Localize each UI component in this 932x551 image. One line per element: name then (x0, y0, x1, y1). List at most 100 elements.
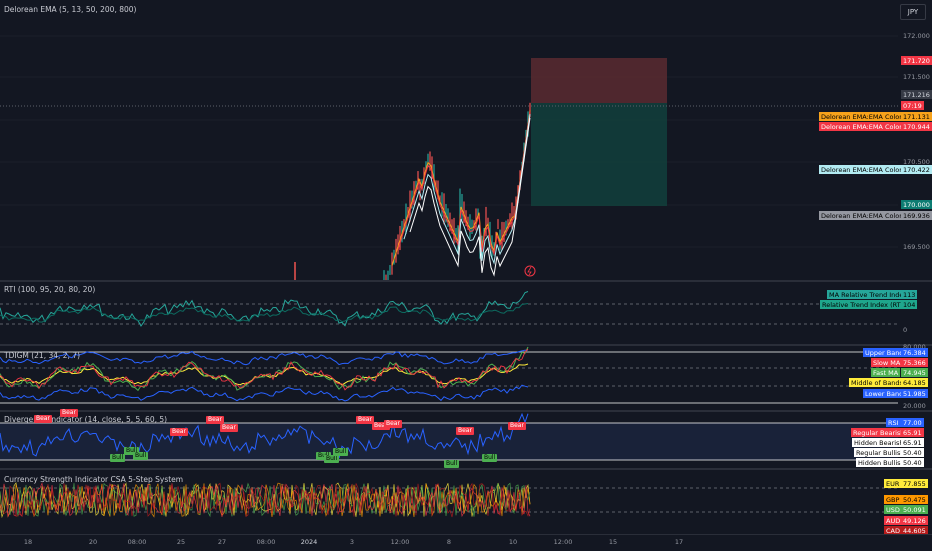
countdown-tag: 07:19 (901, 101, 924, 110)
tdi-tag-mid-label: Middle of Bands (849, 378, 905, 387)
div-tag-regbull-value: 50.40 (901, 448, 924, 457)
time-tick: 08:00 (256, 538, 276, 546)
bull-label: Bull (133, 452, 149, 460)
csi-tag-aud-label: AUD (884, 516, 903, 525)
csi-tag-usd-value: 50.091 (901, 505, 928, 514)
tdi-tag-lower-value: 51.985 (901, 389, 928, 398)
csi-tag-gbp-value: 50.475 (901, 495, 928, 504)
rti-canvas[interactable] (0, 282, 932, 344)
take-profit-zone (531, 103, 667, 206)
ema-tag-4-label: Delorean EMA:EMA Color 4 (819, 211, 911, 220)
bull-label: Bull (333, 448, 349, 456)
csi-tag-aud-value: 49.126 (901, 516, 928, 525)
tdi-tag-upper-value: 76.384 (901, 348, 928, 357)
ema-tag-3-label: Delorean EMA:EMA Color 3 (819, 165, 911, 174)
rti-zero-tick: 0 (903, 326, 908, 334)
div-tag-hidbull-value: 50.40 (901, 458, 924, 467)
rti-tag-1-value: 113 (901, 290, 918, 299)
bear-label: Bear (508, 422, 526, 430)
time-tick: 8 (446, 538, 452, 546)
time-tick: 20 (88, 538, 98, 546)
main-grid (0, 35, 898, 248)
bull-label: Bull (324, 455, 340, 463)
main-indicator-title[interactable]: Delorean EMA (5, 13, 50, 200, 800) (4, 5, 136, 14)
time-tick: 18 (23, 538, 33, 546)
currency-strength-pane[interactable]: Currency Strength Indicator CSA 5-Step S… (0, 470, 932, 535)
div-tag-rsi-value: 77.00 (901, 418, 924, 427)
time-tick: 3 (349, 538, 355, 546)
price-chart-canvas[interactable] (0, 0, 932, 280)
bear-label: Bear (384, 420, 402, 428)
csi-tag-eur-value: 77.855 (901, 479, 928, 488)
rti-title[interactable]: RTI (100, 95, 20, 80, 20) (4, 285, 95, 294)
tdi-tag-upper-label: Upper Band (863, 348, 906, 357)
price-tick: 169.500 (903, 243, 930, 251)
ema-tag-3-value: 170.422 (901, 165, 932, 174)
bear-label: Bear (456, 427, 474, 435)
bear-label: Bear (220, 424, 238, 432)
tdi-tick: 20.000 (903, 402, 926, 410)
bear-label: Bear (206, 416, 224, 424)
bull-label: Bull (482, 454, 498, 462)
csi-tag-usd-label: USD (884, 505, 902, 514)
time-tick: 17 (674, 538, 684, 546)
time-tick: 2024 (300, 538, 318, 546)
rti-tag-2-value: 104 (901, 300, 918, 309)
time-tick: 12:00 (553, 538, 573, 546)
rti-area (0, 291, 529, 327)
target-price-tag: 170.000 (901, 200, 932, 209)
div-tag-regbear-value: 65.91 (901, 428, 924, 437)
rti-tag-2-label: Relative Trend Index (RTI) (820, 300, 908, 309)
tdi-title[interactable]: TDIGM (21, 34, 2, 7) (4, 351, 80, 360)
time-tick: 12:00 (390, 538, 410, 546)
time-tick: 10 (508, 538, 518, 546)
divergence-pane[interactable]: Divergence Indicator (14, close, 5, 5, 6… (0, 409, 932, 468)
stop-loss-price-tag: 171.720 (901, 56, 932, 65)
ema-tag-2-label: Delorean EMA:EMA Color 2 (819, 122, 911, 131)
ema-line (403, 114, 531, 265)
last-price-tag: 171.216 (901, 90, 932, 99)
time-tick: 27 (217, 538, 227, 546)
flash-icon-bolt (527, 266, 532, 276)
tdi-pane[interactable]: TDIGM (21, 34, 2, 7) 80.000 Upper Band 7… (0, 343, 932, 410)
stop-loss-zone (531, 58, 667, 103)
div-tag-rsi-label: RSI (886, 418, 901, 427)
div-tag-hidbear-value: 65.91 (901, 438, 924, 447)
csi-tag-gbp-label: GBP (884, 495, 902, 504)
ema-tag-2-value: 170.944 (901, 122, 932, 131)
tdi-tag-fast-label: Fast MA (871, 368, 901, 377)
tdi-lower-band (0, 384, 529, 402)
tdi-tag-mid-value: 64.185 (901, 378, 928, 387)
currency-button[interactable]: JPY (900, 4, 926, 20)
csi-title[interactable]: Currency Strength Indicator CSA 5-Step S… (4, 475, 183, 484)
divergence-title[interactable]: Divergence Indicator (14, close, 5, 5, 6… (4, 415, 167, 424)
tdi-canvas[interactable] (0, 346, 932, 410)
tdi-tag-slow-label: Slow MA (871, 358, 903, 367)
bear-label: Bear (60, 409, 78, 417)
main-price-pane[interactable]: Delorean EMA (5, 13, 50, 200, 800) JPY 1… (0, 0, 932, 280)
ema-lines-layer (391, 110, 531, 277)
candles-layer (294, 102, 531, 280)
bull-label: Bull (110, 454, 126, 462)
tdi-tag-slow-value: 75.366 (901, 358, 928, 367)
csi-tag-eur-label: EUR (884, 479, 902, 488)
rti-tag-1-label: MA Relative Trend Index (827, 290, 910, 299)
ema-tag-1-value: 171.131 (901, 112, 932, 121)
div-tag-hidbear-label: Hidden Bearish (852, 438, 906, 447)
ema-line (409, 117, 531, 277)
price-tick: 172.000 (903, 32, 930, 40)
bear-label: Bear (34, 415, 52, 423)
time-tick: 08:00 (127, 538, 147, 546)
bull-label: Bull (444, 460, 460, 468)
flash-icon[interactable] (524, 265, 536, 277)
tdi-tag-fast-value: 74.945 (901, 368, 928, 377)
tdi-tag-lower-label: Lower Band (863, 389, 906, 398)
rti-ma-line (0, 303, 529, 323)
ema-line (391, 110, 531, 266)
div-tag-regbull-label: Regular Bullish (854, 448, 907, 457)
ema-tag-4-value: 169.936 (901, 211, 932, 220)
ema-tag-1-label: Delorean EMA:EMA Color 1 (819, 112, 911, 121)
time-tick: 15 (608, 538, 618, 546)
div-tag-hidbull-label: Hidden Bullish (856, 458, 907, 467)
rti-pane[interactable]: RTI (100, 95, 20, 80, 20) MA Relative Tr… (0, 282, 932, 344)
